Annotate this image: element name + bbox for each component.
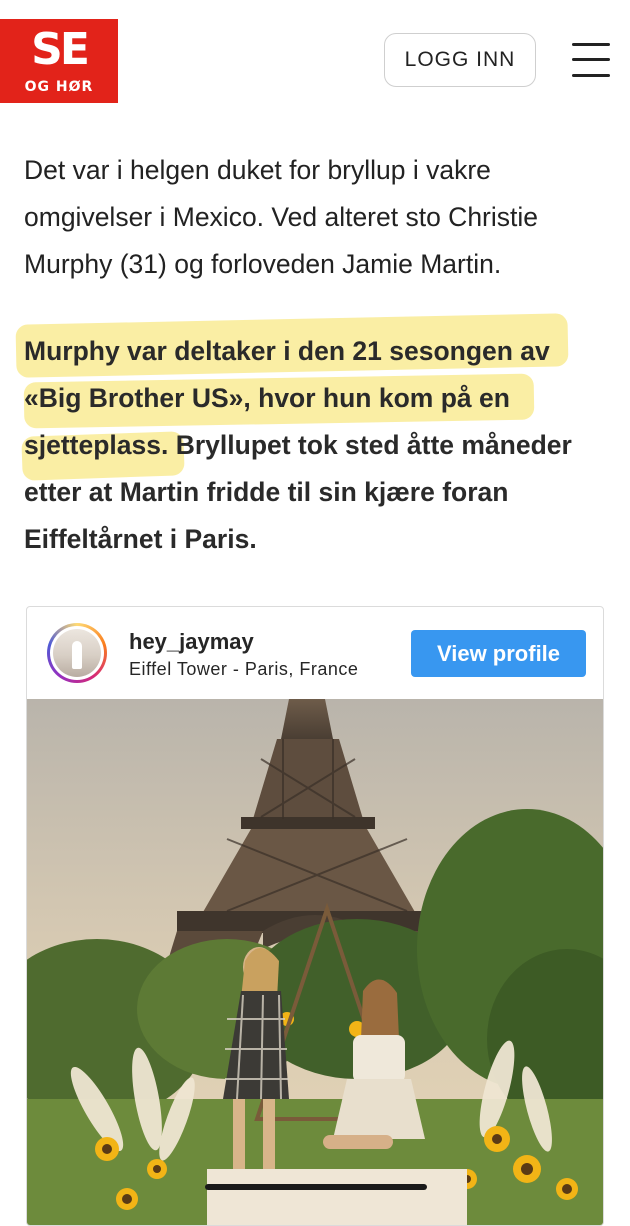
embed-location[interactable]: Eiffel Tower - Paris, France xyxy=(129,659,367,680)
embed-username[interactable]: hey_jaymay xyxy=(129,629,254,655)
home-indicator xyxy=(205,1184,427,1190)
article-paragraph-2: Murphy var deltaker i den 21 sesongen av… xyxy=(24,336,572,554)
avatar[interactable] xyxy=(47,623,107,683)
view-profile-button[interactable]: View profile xyxy=(411,630,586,677)
site-header: SE OG HØR LOGG INN xyxy=(0,0,630,104)
se-og-hor-logo[interactable]: SE OG HØR xyxy=(0,19,118,103)
instagram-embed: hey_jaymay Eiffel Tower - Paris, France … xyxy=(26,606,604,1226)
embed-header: hey_jaymay Eiffel Tower - Paris, France … xyxy=(27,607,603,699)
hamburger-icon[interactable] xyxy=(572,43,610,77)
login-button[interactable]: LOGG INN xyxy=(384,33,536,87)
post-photo[interactable] xyxy=(27,699,603,1225)
logo-text-bottom: OG HØR xyxy=(24,79,94,95)
article-paragraph-1: Det var i helgen duket for bryllup i vak… xyxy=(24,155,539,279)
eiffel-tower-proposal-image xyxy=(27,699,603,1225)
logo-text-top: SE xyxy=(31,24,90,75)
